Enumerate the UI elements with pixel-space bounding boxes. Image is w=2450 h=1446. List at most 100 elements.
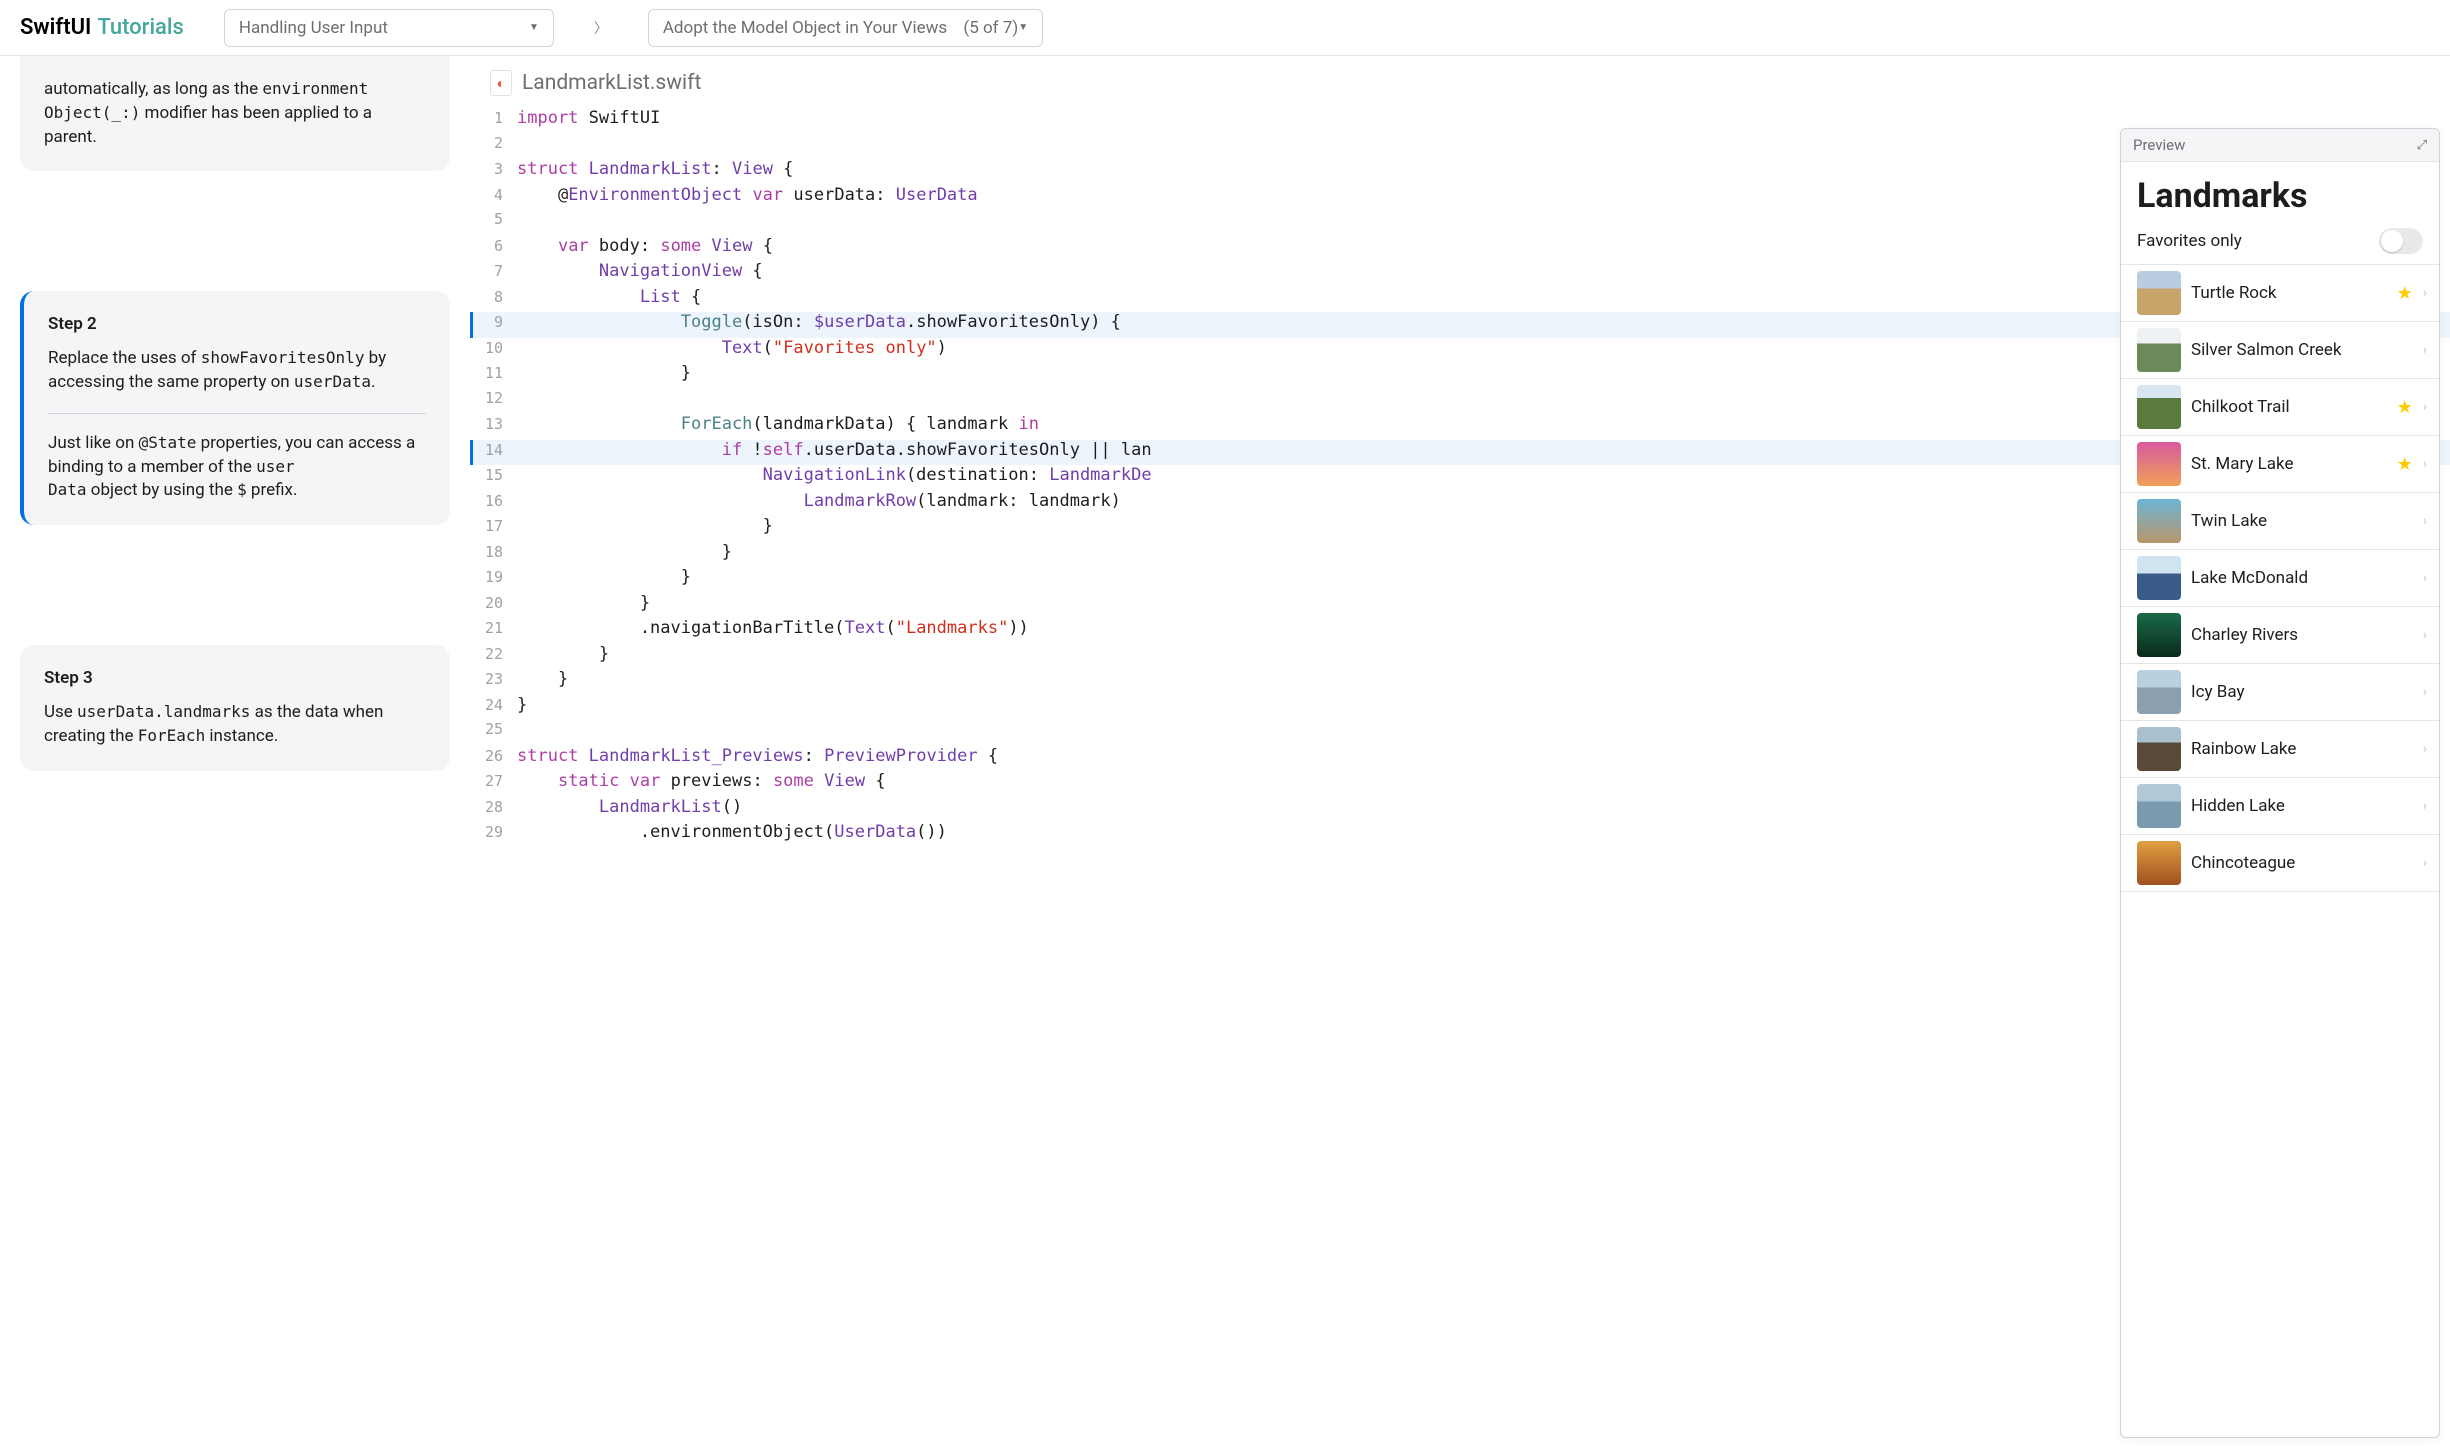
landmark-thumbnail [2137, 499, 2181, 543]
preview-panel: Preview ⤢ Landmarks Favorites only Turtl… [2120, 128, 2440, 1438]
landmark-thumbnail [2137, 670, 2181, 714]
star-icon: ★ [2397, 397, 2413, 418]
list-item[interactable]: Lake McDonald› [2121, 550, 2439, 607]
line-number: 17 [473, 517, 517, 535]
line-number: 9 [473, 313, 517, 331]
line-number: 25 [473, 720, 517, 738]
landmark-thumbnail [2137, 328, 2181, 372]
line-number: 18 [473, 543, 517, 561]
file-header: ◐ LandmarkList.swift [470, 70, 2450, 96]
landmark-name: Charley Rivers [2191, 625, 2413, 645]
page-dropdown-count: (5 of 7) [963, 18, 1018, 38]
star-icon: ★ [2397, 454, 2413, 475]
landmark-thumbnail [2137, 271, 2181, 315]
file-name: LandmarkList.swift [522, 71, 701, 95]
list-item[interactable]: St. Mary Lake★› [2121, 436, 2439, 493]
page-dropdown[interactable]: Adopt the Model Object in Your Views (5 … [648, 9, 1043, 47]
landmark-name: Icy Bay [2191, 682, 2413, 702]
landmark-thumbnail [2137, 385, 2181, 429]
swift-file-icon: ◐ [490, 70, 512, 96]
header-bar: SwiftUI Tutorials Handling User Input ▼ … [0, 0, 2450, 56]
inline-code: userData [294, 372, 371, 391]
line-number: 24 [473, 696, 517, 714]
line-number: 3 [473, 160, 517, 178]
inline-code: userData.landmarks [77, 702, 250, 721]
chevron-right-icon: › [2423, 855, 2427, 871]
list-item[interactable]: Icy Bay› [2121, 664, 2439, 721]
step-paragraph: Replace the uses of showFavoritesOnly by… [48, 347, 426, 395]
star-icon: ★ [2397, 283, 2413, 304]
landmark-list[interactable]: Turtle Rock★›Silver Salmon Creek›Chilkoo… [2121, 265, 2439, 892]
list-item[interactable]: Chincoteague › [2121, 835, 2439, 892]
landmark-thumbnail [2137, 784, 2181, 828]
line-number: 12 [473, 389, 517, 407]
chevron-right-icon: › [2423, 798, 2427, 814]
landmark-thumbnail [2137, 613, 2181, 657]
expand-icon[interactable]: ⤢ [2417, 138, 2427, 153]
step-text: automatically, as long as the [44, 79, 262, 99]
list-item[interactable]: Turtle Rock ★ › [2121, 265, 2439, 322]
inline-code: @State [139, 433, 197, 452]
line-number: 28 [473, 798, 517, 816]
steps-column: automatically, as long as the environmen… [0, 56, 470, 1446]
step-card-partial: automatically, as long as the environmen… [20, 56, 450, 171]
favorites-toggle[interactable] [2379, 228, 2423, 254]
line-number: 14 [473, 441, 517, 459]
preview-header: Preview ⤢ [2121, 129, 2439, 162]
list-item[interactable]: Chilkoot Trail ★ › [2121, 379, 2439, 436]
chevron-down-icon: ▼ [529, 22, 539, 33]
step-card-2[interactable]: Step 2 Replace the uses of showFavorites… [20, 291, 450, 525]
chevron-right-icon: › [2423, 285, 2427, 301]
step-paragraph: Just like on @State properties, you can … [48, 432, 426, 503]
line-number: 8 [473, 288, 517, 306]
line-number: 10 [473, 339, 517, 357]
section-dropdown[interactable]: Handling User Input ▼ [224, 9, 554, 47]
chevron-right-icon: › [2423, 570, 2427, 586]
line-number: 2 [473, 134, 517, 152]
line-number: 20 [473, 594, 517, 612]
list-item[interactable]: Twin Lake› [2121, 493, 2439, 550]
list-item[interactable]: Charley Rivers› [2121, 607, 2439, 664]
inline-code: Data [48, 480, 87, 499]
chevron-right-icon: › [2423, 513, 2427, 529]
step-title: Step 2 [48, 313, 426, 337]
line-number: 29 [473, 823, 517, 841]
landmark-name: Chilkoot Trail [2191, 397, 2387, 417]
chevron-down-icon: ▼ [1018, 22, 1028, 33]
preview-title: Landmarks [2121, 176, 2439, 222]
line-number: 27 [473, 772, 517, 790]
line-number: 23 [473, 670, 517, 688]
section-dropdown-label: Handling User Input [239, 18, 388, 38]
list-item[interactable]: Silver Salmon Creek› [2121, 322, 2439, 379]
landmark-thumbnail [2137, 442, 2181, 486]
step-card-3[interactable]: Step 3 Use userData.landmarks as the dat… [20, 645, 450, 770]
list-item[interactable]: Hidden Lake › [2121, 778, 2439, 835]
logo[interactable]: SwiftUI Tutorials [20, 15, 184, 40]
landmark-thumbnail [2137, 727, 2181, 771]
line-number: 16 [473, 492, 517, 510]
line-number: 1 [473, 109, 517, 127]
landmark-name: St. Mary Lake [2191, 454, 2387, 474]
landmark-name: Chincoteague [2191, 853, 2413, 873]
line-number: 13 [473, 415, 517, 433]
favorites-toggle-row: Favorites only [2121, 222, 2439, 265]
line-number: 26 [473, 747, 517, 765]
line-number: 6 [473, 237, 517, 255]
inline-code: user [256, 457, 295, 476]
divider [48, 413, 426, 414]
landmark-name: Hidden Lake [2191, 796, 2413, 816]
list-item[interactable]: Rainbow Lake› [2121, 721, 2439, 778]
preview-header-label: Preview [2133, 136, 2185, 154]
inline-code: Object(_:) [44, 103, 140, 122]
line-number: 11 [473, 364, 517, 382]
landmark-name: Turtle Rock [2191, 283, 2387, 303]
logo-main: SwiftUI [20, 15, 91, 40]
chevron-right-icon: › [2423, 399, 2427, 415]
line-number: 22 [473, 645, 517, 663]
step-title: Step 3 [44, 667, 426, 691]
landmark-thumbnail [2137, 556, 2181, 600]
favorites-label: Favorites only [2137, 231, 2242, 251]
landmark-name: Silver Salmon Creek [2191, 340, 2413, 360]
line-number: 19 [473, 568, 517, 586]
line-number: 15 [473, 466, 517, 484]
